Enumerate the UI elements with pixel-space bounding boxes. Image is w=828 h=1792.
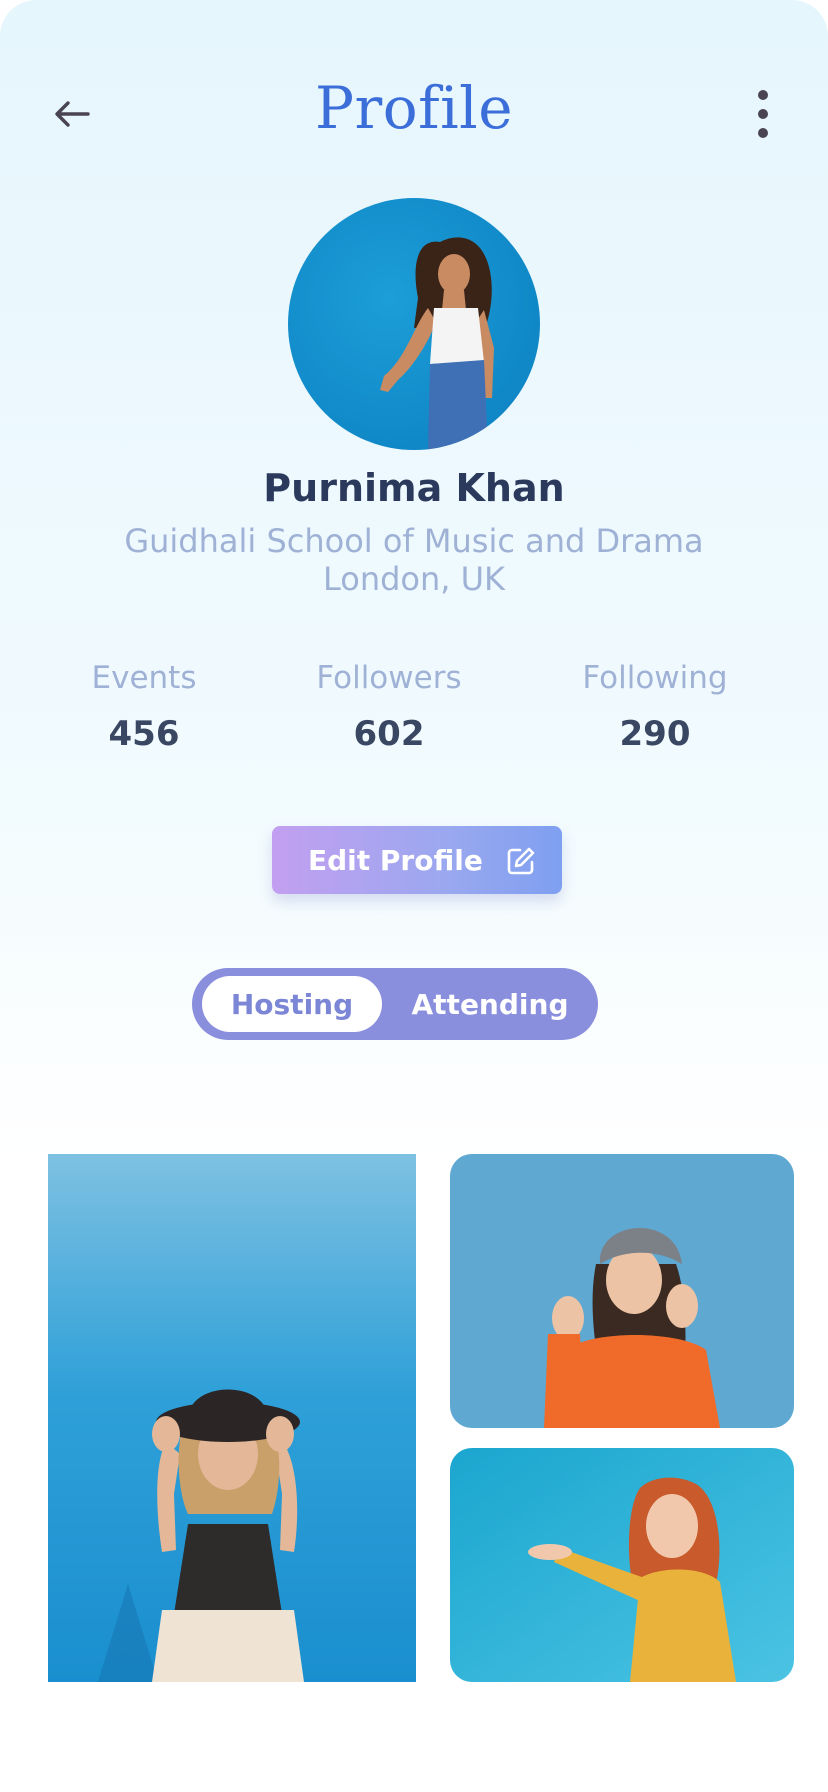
event-photo[interactable] (450, 1154, 794, 1428)
event-photo-image (450, 1154, 794, 1428)
stat-followers[interactable]: Followers 602 (296, 660, 482, 754)
event-photo[interactable] (450, 1448, 794, 1682)
user-affiliation: Guidhali School of Music and Drama Londo… (0, 522, 828, 598)
edit-profile-label: Edit Profile (308, 843, 483, 877)
header: Profile (0, 52, 828, 172)
page-title: Profile (314, 74, 514, 142)
avatar-image (288, 198, 540, 450)
edit-icon (507, 847, 535, 875)
user-location: London, UK (322, 560, 506, 598)
edit-profile-button[interactable]: Edit Profile (272, 826, 562, 894)
user-school: Guidhali School of Music and Drama (124, 522, 704, 560)
event-photo-image (450, 1448, 794, 1682)
tab-hosting[interactable]: Hosting (202, 976, 382, 1032)
stat-value: 290 (619, 714, 691, 754)
more-options-button[interactable] (740, 84, 786, 144)
stats-row: Events 456 Followers 602 Following 290 (0, 660, 828, 760)
more-vertical-icon (758, 90, 768, 138)
events-tab-switch: Hosting Attending (192, 968, 598, 1040)
event-photo[interactable] (48, 1154, 416, 1682)
stat-value: 456 (108, 714, 180, 754)
stat-label: Events (91, 660, 197, 696)
stat-label: Followers (316, 660, 462, 696)
stat-events[interactable]: Events 456 (66, 660, 222, 754)
stat-label: Following (582, 660, 728, 696)
event-photo-image (48, 1154, 416, 1682)
user-name: Purnima Khan (263, 466, 565, 510)
avatar[interactable] (288, 198, 540, 450)
stat-following[interactable]: Following 290 (540, 660, 770, 754)
tab-attending[interactable]: Attending (392, 976, 588, 1032)
stat-value: 602 (353, 714, 425, 754)
profile-screen: Profile Purnima Khan Guidhali School of … (0, 0, 828, 1792)
